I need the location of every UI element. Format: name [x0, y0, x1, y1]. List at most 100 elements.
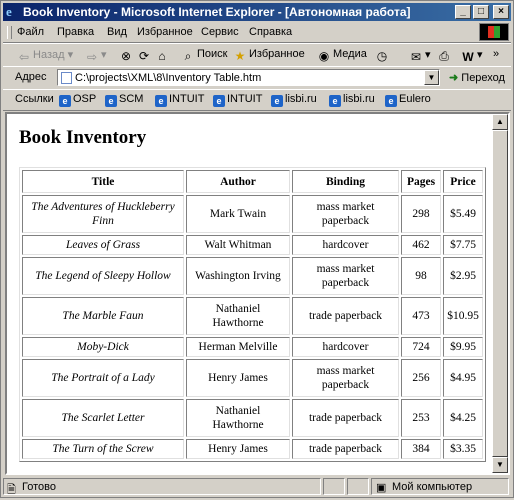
table-header-row: Title Author Binding Pages Price	[22, 170, 483, 193]
page-title: Book Inventory	[19, 127, 147, 148]
stop-button[interactable]: ⊗	[119, 48, 135, 63]
forward-arrow-icon: ⇨	[86, 50, 98, 64]
ie-icon[interactable]: e	[6, 5, 20, 19]
close-button[interactable]: ×	[493, 5, 509, 19]
toolbar-more-button[interactable]: »	[493, 48, 499, 60]
maximize-button[interactable]: □	[473, 5, 489, 19]
word-icon: W	[462, 50, 474, 64]
home-button[interactable]: ⌂	[155, 48, 171, 63]
stop-icon: ⊗	[120, 49, 132, 63]
cell-price: $10.95	[443, 297, 483, 335]
back-button[interactable]: ⇦ Назад ▾	[17, 48, 73, 64]
cell-title: The Portrait of a Lady	[22, 359, 184, 397]
cell-title: The Adventures of Huckleberry Finn	[22, 195, 184, 233]
table-row: Leaves of Grass Walt Whitman hardcover 4…	[22, 235, 483, 255]
link-osp[interactable]: e OSP	[59, 93, 96, 107]
cell-price: $7.75	[443, 235, 483, 255]
link-intuit-2[interactable]: e INTUIT	[213, 93, 262, 107]
title-bar[interactable]: e Book Inventory - Microsoft Internet Ex…	[3, 3, 511, 21]
cell-pages: 256	[401, 359, 441, 397]
cell-binding: mass market paperback	[292, 257, 399, 295]
address-input[interactable]	[75, 71, 420, 84]
vertical-scrollbar[interactable]: ▲ ▼	[492, 114, 508, 473]
column-header-author: Author	[186, 170, 290, 193]
forward-button[interactable]: ⇨ ▾	[85, 48, 107, 64]
media-icon: ◉	[318, 49, 330, 63]
search-icon: ⌕	[184, 49, 192, 63]
links-label: Ссылки	[15, 93, 54, 105]
cell-price: $9.95	[443, 337, 483, 357]
zone-text: Мой компьютер	[392, 481, 473, 493]
go-button[interactable]: ➜ Переход	[449, 71, 505, 84]
print-button[interactable]: ⎙	[437, 48, 453, 63]
search-button[interactable]: ⌕ Поиск	[181, 48, 228, 63]
scroll-down-icon[interactable]: ▼	[492, 457, 508, 473]
status-panel-main: 🗎 Готово	[3, 478, 321, 496]
cell-author: Nathaniel Hawthorne	[186, 399, 290, 437]
cell-title: The Turn of the Screw	[22, 439, 184, 459]
cell-binding: hardcover	[292, 235, 399, 255]
menu-favorites[interactable]: Избранное	[137, 26, 193, 38]
status-panel-security	[347, 478, 369, 495]
status-text: Готово	[22, 481, 56, 493]
cell-title: The Marble Faun	[22, 297, 184, 335]
cell-title: The Scarlet Letter	[22, 399, 184, 437]
table-row: Moby-Dick Herman Melville hardcover 724 …	[22, 337, 483, 357]
link-intuit-1[interactable]: e INTUIT	[155, 93, 204, 107]
browser-window: e Book Inventory - Microsoft Internet Ex…	[0, 0, 514, 498]
link-lisbi-1[interactable]: e lisbi.ru	[271, 93, 317, 107]
scroll-up-icon[interactable]: ▲	[492, 114, 508, 130]
cell-binding: trade paperback	[292, 399, 399, 437]
link-eulero[interactable]: e Eulero	[385, 93, 431, 107]
cell-pages: 462	[401, 235, 441, 255]
cell-binding: mass market paperback	[292, 359, 399, 397]
cell-pages: 473	[401, 297, 441, 335]
refresh-icon: ⟳	[138, 49, 150, 63]
status-panel-progress	[323, 478, 345, 495]
ie-page-icon: e	[329, 95, 341, 107]
cell-author: Henry James	[186, 439, 290, 459]
column-header-pages: Pages	[401, 170, 441, 193]
link-scm[interactable]: e SCM	[105, 93, 143, 107]
cell-author: Nathaniel Hawthorne	[186, 297, 290, 335]
minimize-button[interactable]: _	[455, 5, 471, 19]
favorites-button[interactable]: ★ Избранное	[233, 48, 305, 63]
cell-price: $5.49	[443, 195, 483, 233]
menu-tools[interactable]: Сервис	[201, 26, 239, 38]
page-icon	[61, 72, 72, 84]
computer-icon: ▣	[376, 482, 387, 494]
cell-price: $2.95	[443, 257, 483, 295]
address-label: Адрес	[15, 71, 47, 83]
cell-pages: 724	[401, 337, 441, 357]
table-row: The Legend of Sleepy Hollow Washington I…	[22, 257, 483, 295]
menu-file[interactable]: Файл	[17, 26, 44, 38]
menu-edit[interactable]: Правка	[57, 26, 94, 38]
star-icon: ★	[234, 49, 246, 63]
document-area: Book Inventory Title Author Binding Page…	[7, 114, 492, 473]
edit-button[interactable]: W ▾	[461, 48, 482, 64]
scroll-thumb[interactable]	[492, 130, 508, 457]
cell-binding: mass market paperback	[292, 195, 399, 233]
cell-title: The Legend of Sleepy Hollow	[22, 257, 184, 295]
history-button[interactable]: ◷	[375, 48, 391, 63]
home-icon: ⌂	[158, 49, 166, 63]
cell-author: Henry James	[186, 359, 290, 397]
content-frame: Book Inventory Title Author Binding Page…	[5, 112, 510, 475]
cell-price: $3.35	[443, 439, 483, 459]
menu-view[interactable]: Вид	[107, 26, 127, 38]
address-field[interactable]: ▼	[57, 69, 440, 86]
column-header-title: Title	[22, 170, 184, 193]
column-header-price: Price	[443, 170, 483, 193]
menu-help[interactable]: Справка	[249, 26, 292, 38]
address-dropdown-icon[interactable]: ▼	[424, 70, 439, 85]
link-lisbi-2[interactable]: e lisbi.ru	[329, 93, 375, 107]
media-button[interactable]: ◉ Медиа	[317, 48, 367, 63]
go-arrow-icon: ➜	[449, 72, 459, 84]
mail-button[interactable]: ✉ ▾	[409, 48, 431, 64]
links-bar: Ссылки e OSP e SCM e INTUIT e INTUIT e lisbi.…	[3, 89, 511, 111]
refresh-button[interactable]: ⟳	[137, 48, 153, 63]
table-row: The Turn of the Screw Henry James trade …	[22, 439, 483, 459]
cell-price: $4.95	[443, 359, 483, 397]
cell-author: Mark Twain	[186, 195, 290, 233]
print-icon: ⎙	[439, 49, 449, 63]
